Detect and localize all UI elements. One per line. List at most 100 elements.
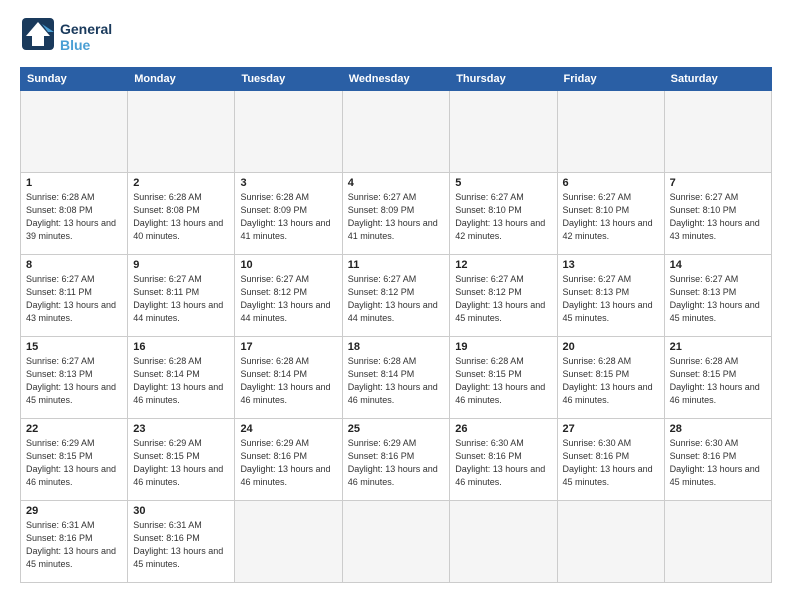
calendar-cell [450, 501, 557, 583]
day-info: Sunrise: 6:29 AMSunset: 8:16 PMDaylight:… [240, 438, 330, 487]
calendar-week-row: 22 Sunrise: 6:29 AMSunset: 8:15 PMDaylig… [21, 419, 772, 501]
day-info: Sunrise: 6:27 AMSunset: 8:13 PMDaylight:… [26, 356, 116, 405]
day-number: 11 [348, 259, 445, 271]
day-number: 17 [240, 341, 336, 353]
day-info: Sunrise: 6:27 AMSunset: 8:10 PMDaylight:… [670, 192, 760, 241]
day-number: 5 [455, 177, 551, 189]
calendar-cell [235, 501, 342, 583]
day-info: Sunrise: 6:28 AMSunset: 8:09 PMDaylight:… [240, 192, 330, 241]
day-number: 19 [455, 341, 551, 353]
calendar-cell: 24 Sunrise: 6:29 AMSunset: 8:16 PMDaylig… [235, 419, 342, 501]
calendar-cell: 18 Sunrise: 6:28 AMSunset: 8:14 PMDaylig… [342, 337, 450, 419]
col-friday: Friday [557, 68, 664, 91]
calendar-cell [342, 91, 450, 173]
col-thursday: Thursday [450, 68, 557, 91]
day-number: 29 [26, 505, 122, 517]
day-info: Sunrise: 6:27 AMSunset: 8:09 PMDaylight:… [348, 192, 438, 241]
logo-blue: Blue [60, 37, 112, 53]
day-number: 8 [26, 259, 122, 271]
calendar-table: Sunday Monday Tuesday Wednesday Thursday… [20, 67, 772, 583]
day-number: 12 [455, 259, 551, 271]
calendar-cell: 9 Sunrise: 6:27 AMSunset: 8:11 PMDayligh… [128, 255, 235, 337]
day-number: 3 [240, 177, 336, 189]
day-number: 28 [670, 423, 766, 435]
day-info: Sunrise: 6:27 AMSunset: 8:10 PMDaylight:… [563, 192, 653, 241]
calendar-cell [450, 91, 557, 173]
calendar-cell: 30 Sunrise: 6:31 AMSunset: 8:16 PMDaylig… [128, 501, 235, 583]
day-number: 22 [26, 423, 122, 435]
calendar-cell: 20 Sunrise: 6:28 AMSunset: 8:15 PMDaylig… [557, 337, 664, 419]
day-info: Sunrise: 6:29 AMSunset: 8:15 PMDaylight:… [133, 438, 223, 487]
day-info: Sunrise: 6:30 AMSunset: 8:16 PMDaylight:… [455, 438, 545, 487]
day-info: Sunrise: 6:28 AMSunset: 8:15 PMDaylight:… [563, 356, 653, 405]
calendar-cell: 22 Sunrise: 6:29 AMSunset: 8:15 PMDaylig… [21, 419, 128, 501]
calendar-week-row: 29 Sunrise: 6:31 AMSunset: 8:16 PMDaylig… [21, 501, 772, 583]
day-info: Sunrise: 6:27 AMSunset: 8:10 PMDaylight:… [455, 192, 545, 241]
calendar-week-row: 15 Sunrise: 6:27 AMSunset: 8:13 PMDaylig… [21, 337, 772, 419]
calendar-cell [128, 91, 235, 173]
calendar-cell: 16 Sunrise: 6:28 AMSunset: 8:14 PMDaylig… [128, 337, 235, 419]
col-wednesday: Wednesday [342, 68, 450, 91]
calendar-cell: 4 Sunrise: 6:27 AMSunset: 8:09 PMDayligh… [342, 173, 450, 255]
day-info: Sunrise: 6:27 AMSunset: 8:12 PMDaylight:… [348, 274, 438, 323]
col-tuesday: Tuesday [235, 68, 342, 91]
day-info: Sunrise: 6:27 AMSunset: 8:11 PMDaylight:… [26, 274, 116, 323]
day-number: 2 [133, 177, 229, 189]
calendar-cell: 7 Sunrise: 6:27 AMSunset: 8:10 PMDayligh… [664, 173, 771, 255]
day-number: 7 [670, 177, 766, 189]
day-info: Sunrise: 6:28 AMSunset: 8:08 PMDaylight:… [26, 192, 116, 241]
day-number: 6 [563, 177, 659, 189]
calendar-cell: 29 Sunrise: 6:31 AMSunset: 8:16 PMDaylig… [21, 501, 128, 583]
day-info: Sunrise: 6:31 AMSunset: 8:16 PMDaylight:… [133, 520, 223, 569]
logo: General Blue [20, 16, 112, 57]
day-number: 25 [348, 423, 445, 435]
day-info: Sunrise: 6:27 AMSunset: 8:13 PMDaylight:… [563, 274, 653, 323]
day-info: Sunrise: 6:28 AMSunset: 8:14 PMDaylight:… [240, 356, 330, 405]
day-info: Sunrise: 6:29 AMSunset: 8:15 PMDaylight:… [26, 438, 116, 487]
calendar-cell: 2 Sunrise: 6:28 AMSunset: 8:08 PMDayligh… [128, 173, 235, 255]
calendar-cell: 5 Sunrise: 6:27 AMSunset: 8:10 PMDayligh… [450, 173, 557, 255]
calendar-cell [557, 91, 664, 173]
day-number: 15 [26, 341, 122, 353]
calendar-cell [664, 91, 771, 173]
day-info: Sunrise: 6:28 AMSunset: 8:15 PMDaylight:… [670, 356, 760, 405]
day-info: Sunrise: 6:27 AMSunset: 8:13 PMDaylight:… [670, 274, 760, 323]
day-number: 14 [670, 259, 766, 271]
calendar-cell: 28 Sunrise: 6:30 AMSunset: 8:16 PMDaylig… [664, 419, 771, 501]
day-number: 26 [455, 423, 551, 435]
day-info: Sunrise: 6:29 AMSunset: 8:16 PMDaylight:… [348, 438, 438, 487]
calendar-cell: 10 Sunrise: 6:27 AMSunset: 8:12 PMDaylig… [235, 255, 342, 337]
day-number: 24 [240, 423, 336, 435]
page: General Blue Sunday Monday Tuesday Wedne… [0, 0, 792, 612]
calendar-cell: 27 Sunrise: 6:30 AMSunset: 8:16 PMDaylig… [557, 419, 664, 501]
calendar-cell: 6 Sunrise: 6:27 AMSunset: 8:10 PMDayligh… [557, 173, 664, 255]
day-info: Sunrise: 6:28 AMSunset: 8:15 PMDaylight:… [455, 356, 545, 405]
col-saturday: Saturday [664, 68, 771, 91]
day-info: Sunrise: 6:28 AMSunset: 8:14 PMDaylight:… [348, 356, 438, 405]
header: General Blue [20, 16, 772, 57]
day-number: 10 [240, 259, 336, 271]
calendar-cell [664, 501, 771, 583]
calendar-cell [21, 91, 128, 173]
day-info: Sunrise: 6:30 AMSunset: 8:16 PMDaylight:… [563, 438, 653, 487]
calendar-cell: 14 Sunrise: 6:27 AMSunset: 8:13 PMDaylig… [664, 255, 771, 337]
calendar-cell: 8 Sunrise: 6:27 AMSunset: 8:11 PMDayligh… [21, 255, 128, 337]
day-number: 27 [563, 423, 659, 435]
day-info: Sunrise: 6:27 AMSunset: 8:12 PMDaylight:… [455, 274, 545, 323]
calendar-cell: 25 Sunrise: 6:29 AMSunset: 8:16 PMDaylig… [342, 419, 450, 501]
calendar-cell [557, 501, 664, 583]
day-number: 18 [348, 341, 445, 353]
calendar-cell: 3 Sunrise: 6:28 AMSunset: 8:09 PMDayligh… [235, 173, 342, 255]
day-info: Sunrise: 6:31 AMSunset: 8:16 PMDaylight:… [26, 520, 116, 569]
day-number: 9 [133, 259, 229, 271]
day-number: 4 [348, 177, 445, 189]
calendar-header-row: Sunday Monday Tuesday Wednesday Thursday… [21, 68, 772, 91]
day-number: 23 [133, 423, 229, 435]
logo-general: General [60, 21, 112, 37]
day-number: 1 [26, 177, 122, 189]
calendar-cell: 23 Sunrise: 6:29 AMSunset: 8:15 PMDaylig… [128, 419, 235, 501]
calendar-cell [235, 91, 342, 173]
calendar-cell: 15 Sunrise: 6:27 AMSunset: 8:13 PMDaylig… [21, 337, 128, 419]
calendar-cell: 17 Sunrise: 6:28 AMSunset: 8:14 PMDaylig… [235, 337, 342, 419]
day-number: 16 [133, 341, 229, 353]
